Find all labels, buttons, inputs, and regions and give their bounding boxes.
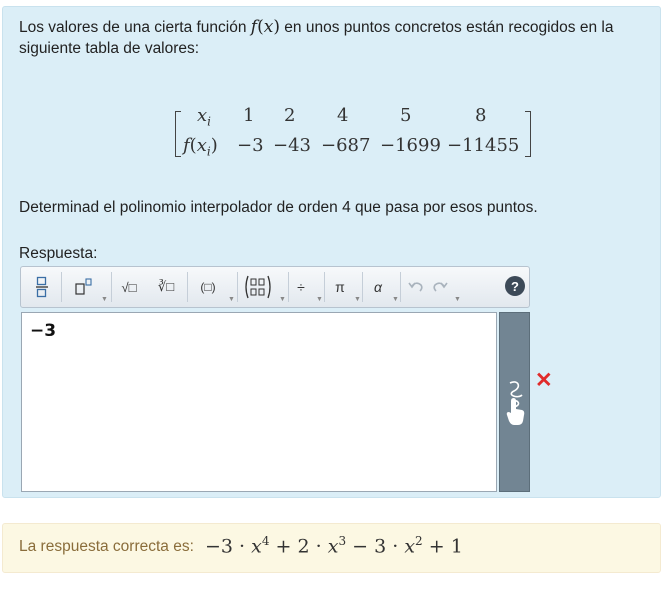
pi-icon: π [335, 279, 345, 295]
alpha-icon: α [374, 279, 382, 295]
correct-answer-label: La respuesta correcta es: [19, 538, 194, 555]
sqrt-icon: √□ [121, 279, 137, 295]
parentheses-button[interactable]: (□) [195, 274, 221, 300]
sqrt-button[interactable]: √□ [117, 274, 141, 300]
fraction-icon [36, 276, 48, 298]
fx-value: −687 [321, 135, 371, 156]
left-bracket [175, 111, 181, 157]
correct-answer-formula: −3 · x4 + 2 · x3 − 3 · x2 + 1 [205, 534, 463, 558]
matrix-button[interactable] [243, 274, 273, 300]
nth-root-button[interactable]: ∛□ [153, 274, 179, 300]
chevron-down-icon[interactable]: ▼ [279, 296, 286, 303]
chevron-down-icon[interactable]: ▼ [101, 296, 108, 303]
row-label-x: xi [197, 105, 211, 129]
redo-icon [433, 282, 448, 292]
x-value: 2 [284, 105, 296, 126]
chevron-down-icon[interactable]: ▼ [454, 296, 461, 303]
answer-editor[interactable]: −3 [21, 312, 497, 492]
matrix-icon [245, 275, 271, 299]
fx-value: −1699 [380, 135, 441, 156]
equation-toolbar: ▼ √□ ∛□ (□) ▼ ▼ ÷ ▼ π ▼ α ▼ ▼ ? [20, 266, 530, 308]
values-table: xi 1 2 4 5 8 f(xi) −3 −43 −687 −1699 −11… [175, 97, 531, 159]
chevron-down-icon[interactable]: ▼ [354, 296, 361, 303]
x-value: 1 [243, 105, 255, 126]
x-value: 4 [337, 105, 349, 126]
nth-root-icon: ∛□ [157, 279, 175, 294]
constants-button[interactable]: π [331, 274, 349, 300]
chevron-down-icon[interactable]: ▼ [392, 296, 399, 303]
chevron-down-icon[interactable]: ▼ [228, 296, 235, 303]
handwriting-hand-icon [506, 381, 525, 425]
parentheses-icon: (□) [200, 280, 216, 294]
fx-value: −11455 [447, 135, 520, 156]
help-icon[interactable]: ? [505, 276, 525, 296]
fraction-button[interactable] [31, 274, 53, 300]
question-box: Los valores de una cierta función f(x) e… [2, 6, 661, 498]
superscript-icon [75, 278, 92, 295]
function-symbol: f(x) [250, 17, 280, 37]
chevron-down-icon[interactable]: ▼ [316, 296, 323, 303]
incorrect-x-icon: ✕ [535, 369, 553, 392]
operators-button[interactable]: ÷ [292, 274, 310, 300]
greek-button[interactable]: α [369, 274, 387, 300]
response-label: Respuesta: [19, 245, 98, 262]
superscript-button[interactable] [71, 274, 97, 300]
handwriting-toggle[interactable] [499, 312, 530, 492]
correct-answer-box: La respuesta correcta es: −3 · x4 + 2 · … [2, 523, 661, 573]
task-text: Determinad el polinomio interpolador de … [19, 199, 538, 216]
undo-icon [408, 282, 423, 292]
answer-input-value: −3 [30, 321, 57, 341]
x-value: 8 [475, 105, 487, 126]
row-label-fx: f(xi) [183, 135, 218, 159]
undo-button[interactable] [407, 274, 425, 300]
question-text: Los valores de una cierta función f(x) e… [19, 17, 614, 57]
redo-button[interactable] [431, 274, 449, 300]
x-value: 5 [400, 105, 412, 126]
fx-value: −43 [273, 135, 311, 156]
right-bracket [525, 111, 531, 157]
fx-value: −3 [237, 135, 264, 156]
divide-icon: ÷ [297, 279, 305, 295]
